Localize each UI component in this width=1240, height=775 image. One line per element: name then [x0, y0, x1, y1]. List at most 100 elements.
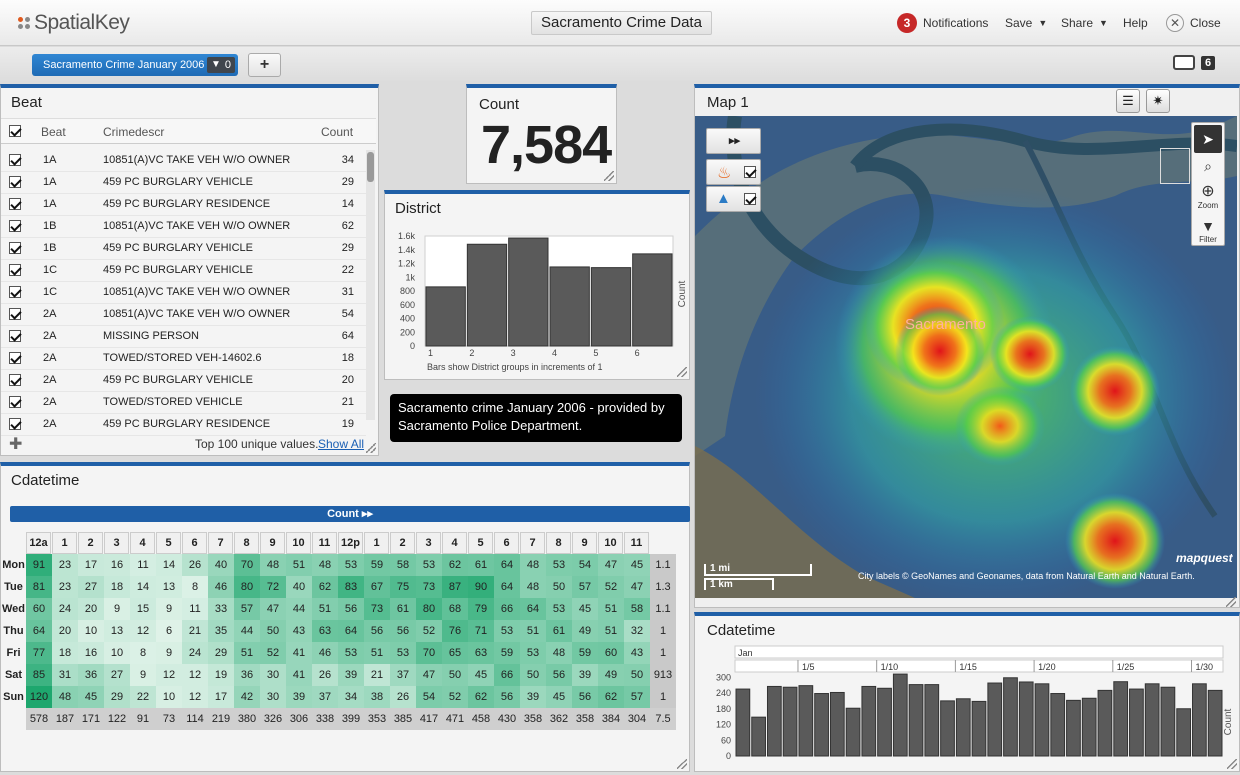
- heatmap-cell[interactable]: 39: [338, 664, 364, 686]
- heatmap-cell[interactable]: 37: [390, 664, 416, 686]
- heatmap-hour-header[interactable]: 5: [468, 532, 493, 554]
- heatmap-hour-header[interactable]: 3: [416, 532, 441, 554]
- heatmap-cell[interactable]: 56: [546, 664, 572, 686]
- heatmap-cell[interactable]: 87: [442, 576, 468, 598]
- heatmap-cell[interactable]: 43: [286, 620, 312, 642]
- heatmap-cell[interactable]: 56: [338, 598, 364, 620]
- heatmap-cell[interactable]: 18: [52, 642, 78, 664]
- heatmap-hour-header[interactable]: 7: [520, 532, 545, 554]
- resize-handle[interactable]: [604, 171, 614, 181]
- row-checkbox[interactable]: [9, 154, 21, 169]
- heatmap-cell[interactable]: 56: [364, 620, 390, 642]
- timeline-bar[interactable]: [1144, 683, 1160, 757]
- timeline-bar[interactable]: [1034, 683, 1050, 757]
- screens-button[interactable]: 6: [1173, 55, 1216, 70]
- heatmap-cell[interactable]: 53: [546, 554, 572, 576]
- page-title[interactable]: Sacramento Crime Data: [531, 11, 712, 35]
- heatmap-cell[interactable]: 64: [494, 576, 520, 598]
- row-checkbox[interactable]: [9, 330, 21, 345]
- table-row[interactable]: 1B 459 PC BURGLARY VEHICLE 29: [1, 238, 366, 260]
- add-tab-button[interactable]: +: [248, 53, 281, 77]
- heatmap-cell[interactable]: 20: [52, 620, 78, 642]
- heatmap-hour-header[interactable]: 12a: [26, 532, 51, 554]
- filter-tool[interactable]: ▼ Filter: [1194, 217, 1222, 245]
- heatmap-cell[interactable]: 91: [26, 554, 52, 576]
- timeline-bar[interactable]: [987, 682, 1003, 757]
- timeline-bar[interactable]: [955, 698, 971, 757]
- heatmap-cell[interactable]: 31: [52, 664, 78, 686]
- heatmap-cell[interactable]: 51: [598, 598, 624, 620]
- heatmap-cell[interactable]: 51: [312, 598, 338, 620]
- heatmap-cell[interactable]: 71: [468, 620, 494, 642]
- heatmap-cell[interactable]: 18: [104, 576, 130, 598]
- heatmap-cell[interactable]: 17: [208, 686, 234, 708]
- heatmap-cell[interactable]: 11: [182, 598, 208, 620]
- share-menu[interactable]: Share ▼: [1061, 16, 1108, 30]
- heatmap-cell[interactable]: 70: [234, 554, 260, 576]
- heatmap-cell[interactable]: 21: [364, 664, 390, 686]
- heatmap-cell[interactable]: 40: [208, 554, 234, 576]
- heatmap-cell[interactable]: 70: [416, 642, 442, 664]
- heatmap-cell[interactable]: 60: [26, 598, 52, 620]
- table-row[interactable]: 2A 459 PC BURGLARY VEHICLE 20: [1, 370, 366, 392]
- help-link[interactable]: Help: [1123, 16, 1148, 30]
- timeline-bar[interactable]: [814, 693, 829, 757]
- heatmap-cell[interactable]: 9: [130, 664, 156, 686]
- heatmap-day-label[interactable]: Tue: [1, 576, 26, 598]
- heatmap-cell[interactable]: 48: [260, 554, 286, 576]
- heatmap-hour-header[interactable]: 11: [624, 532, 649, 554]
- heatmap-cell[interactable]: 47: [598, 554, 624, 576]
- table-row[interactable]: 1A 459 PC BURGLARY RESIDENCE 14: [1, 194, 366, 216]
- timeline-bar[interactable]: [940, 700, 955, 757]
- heatmap-cell[interactable]: 73: [364, 598, 390, 620]
- heatmap-cell[interactable]: 54: [572, 554, 598, 576]
- heatmap-hour-header[interactable]: 9: [572, 532, 597, 554]
- resize-handle[interactable]: [366, 443, 376, 453]
- heat-map[interactable]: Sacramento: [695, 116, 1237, 598]
- timeline-bar[interactable]: [798, 685, 814, 757]
- heatmap-hour-header[interactable]: 10: [598, 532, 623, 554]
- row-checkbox[interactable]: [9, 220, 21, 235]
- heatmap-hour-header[interactable]: 6: [494, 532, 519, 554]
- heatmap-cell[interactable]: 62: [442, 554, 468, 576]
- heatmap-cell[interactable]: 90: [468, 576, 494, 598]
- heatmap-cell[interactable]: 68: [442, 598, 468, 620]
- resize-handle[interactable]: [677, 367, 687, 377]
- terrain-layer-toggle[interactable]: ▲: [706, 186, 761, 212]
- heatmap-cell[interactable]: 14: [156, 554, 182, 576]
- timeline-bar[interactable]: [1207, 689, 1223, 757]
- heatmap-cell[interactable]: 23: [52, 554, 78, 576]
- heatmap-measure-header[interactable]: Count ▸▸: [10, 506, 690, 522]
- heatmap-cell[interactable]: 53: [494, 620, 520, 642]
- heatmap-cell[interactable]: 76: [442, 620, 468, 642]
- timeline-bar[interactable]: [766, 685, 782, 757]
- heatmap-cell[interactable]: 11: [130, 554, 156, 576]
- heatmap-hour-header[interactable]: 8: [234, 532, 259, 554]
- heatmap-cell[interactable]: 21: [182, 620, 208, 642]
- heatmap-cell[interactable]: 8: [182, 576, 208, 598]
- heatmap-cell[interactable]: 54: [416, 686, 442, 708]
- heatmap-cell[interactable]: 53: [546, 598, 572, 620]
- table-row[interactable]: 1A 459 PC BURGLARY VEHICLE 29: [1, 172, 366, 194]
- heatmap-cell[interactable]: 14: [130, 576, 156, 598]
- heatmap-cell[interactable]: 26: [312, 664, 338, 686]
- heatmap-cell[interactable]: 72: [260, 576, 286, 598]
- timeline-bar[interactable]: [1192, 683, 1207, 757]
- row-checkbox[interactable]: [9, 286, 21, 301]
- heatmap-cell[interactable]: 44: [234, 620, 260, 642]
- resize-handle[interactable]: [1227, 759, 1237, 769]
- heatmap-cell[interactable]: 63: [312, 620, 338, 642]
- heatmap-cell[interactable]: 17: [78, 554, 104, 576]
- heatmap-hour-header[interactable]: 3: [104, 532, 129, 554]
- heatmap-cell[interactable]: 29: [104, 686, 130, 708]
- heatmap-cell[interactable]: 56: [390, 620, 416, 642]
- row-checkbox[interactable]: [9, 352, 21, 367]
- heatmap-day-label[interactable]: Mon: [1, 554, 26, 576]
- heatmap-cell[interactable]: 64: [520, 598, 546, 620]
- heatmap-cell[interactable]: 9: [104, 598, 130, 620]
- heatmap-cell[interactable]: 73: [416, 576, 442, 598]
- heatmap-cell[interactable]: 51: [598, 620, 624, 642]
- column-header-beat[interactable]: Beat: [41, 125, 66, 139]
- beat-table-scrollbar[interactable]: [366, 150, 375, 420]
- heatmap-cell[interactable]: 27: [78, 576, 104, 598]
